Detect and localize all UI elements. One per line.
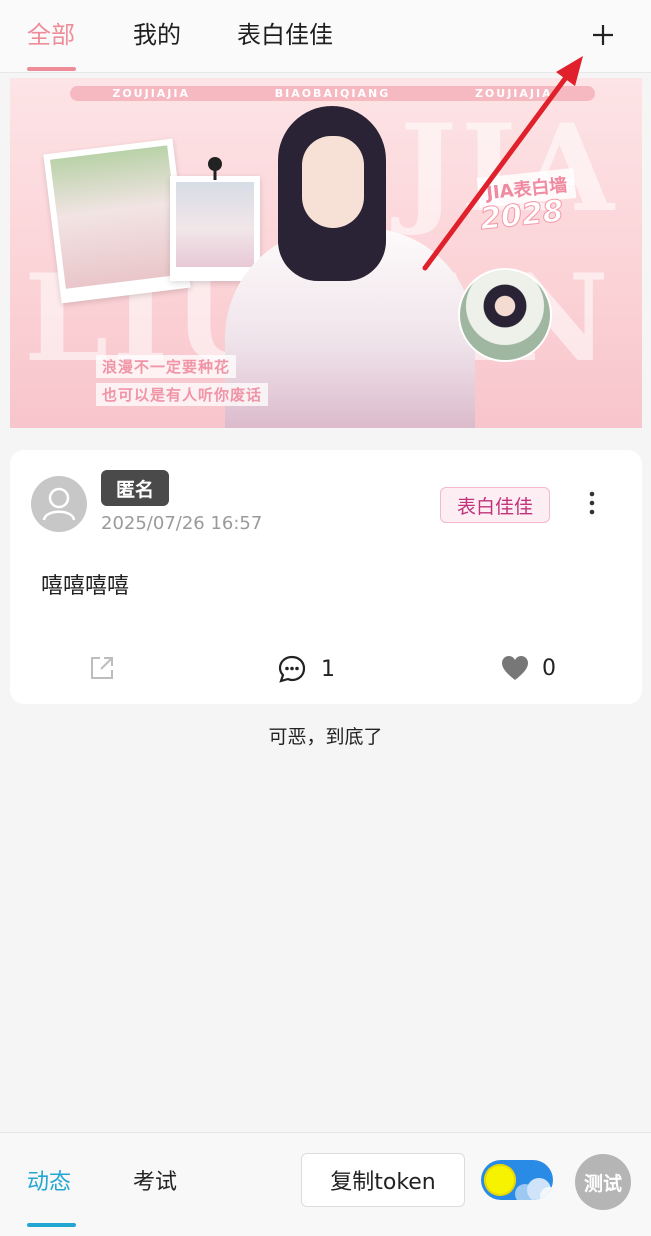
tab-confess-jiajia[interactable]: 表白佳佳 xyxy=(237,18,333,52)
circle-photo xyxy=(458,268,552,362)
ribbon-text-2: BIAOBAIQIANG xyxy=(274,87,391,100)
banner-image[interactable]: ZOUJIAJIA BIAOBAIQIANG ZOUJIAJIA JIA LIU… xyxy=(10,78,642,428)
tab-feed[interactable]: 动态 xyxy=(27,1164,71,1196)
like-button[interactable]: 0 xyxy=(500,654,556,682)
banner-slogan-2: 也可以是有人听你废话 xyxy=(96,383,269,406)
girl-face xyxy=(302,136,364,228)
add-post-button[interactable] xyxy=(588,20,618,50)
active-bottom-tab-indicator xyxy=(27,1223,76,1227)
bottom-tab-bar: 动态 考试 复制token 测试 xyxy=(0,1132,651,1236)
tab-mine[interactable]: 我的 xyxy=(133,18,181,52)
share-icon xyxy=(91,657,113,679)
like-count: 0 xyxy=(542,655,556,681)
post-card[interactable]: 匿名 2025/07/26 16:57 表白佳佳 嘻嘻嘻嘻 1 0 xyxy=(10,450,642,704)
avatar[interactable] xyxy=(31,476,87,532)
heart-icon xyxy=(502,656,528,680)
ribbon-text-1: ZOUJIAJIA xyxy=(112,87,191,100)
top-tab-bar: 全部 我的 表白佳佳 xyxy=(0,0,651,73)
post-timestamp: 2025/07/26 16:57 xyxy=(101,513,263,534)
user-icon xyxy=(42,487,76,521)
tab-all[interactable]: 全部 xyxy=(27,18,75,52)
tab-exam[interactable]: 考试 xyxy=(133,1164,177,1196)
polaroid-photo-2 xyxy=(170,176,260,281)
cloud-icon xyxy=(515,1178,553,1200)
sun-icon xyxy=(484,1164,516,1196)
pin-icon xyxy=(208,157,222,180)
share-button[interactable] xyxy=(88,654,116,682)
anonymous-badge: 匿名 xyxy=(101,470,169,506)
banner-slogan-1: 浪漫不一定要种花 xyxy=(96,355,237,378)
polaroid-photo-1 xyxy=(43,138,191,304)
comment-icon xyxy=(278,655,306,683)
comment-count: 1 xyxy=(321,656,335,682)
category-tag[interactable]: 表白佳佳 xyxy=(440,487,550,523)
post-content: 嘻嘻嘻嘻 xyxy=(41,574,130,599)
more-options-icon[interactable] xyxy=(584,488,600,518)
end-of-list-text: 可恶，到底了 xyxy=(268,726,383,748)
copy-token-button[interactable]: 复制token xyxy=(301,1153,465,1207)
comment-button[interactable]: 1 xyxy=(277,654,335,684)
theme-toggle[interactable] xyxy=(481,1160,553,1200)
test-button[interactable]: 测试 xyxy=(575,1154,631,1210)
active-tab-indicator xyxy=(27,67,76,71)
